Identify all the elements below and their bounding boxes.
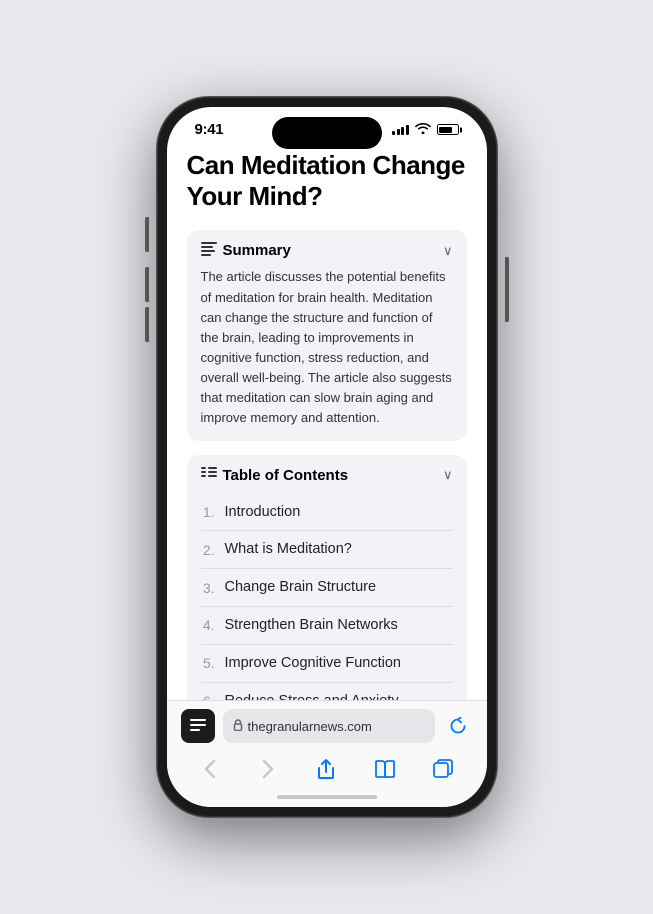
reader-view-button[interactable] bbox=[181, 709, 215, 743]
toc-item-text: Strengthen Brain Networks bbox=[225, 616, 398, 635]
toc-list-item[interactable]: 6. Reduce Stress and Anxiety bbox=[201, 683, 453, 700]
status-icons bbox=[392, 122, 459, 137]
toc-icon bbox=[201, 467, 217, 484]
wifi-icon bbox=[415, 122, 431, 137]
bookmarks-button[interactable] bbox=[365, 753, 405, 785]
toc-item-text: Introduction bbox=[225, 503, 301, 522]
toc-item-number: 4. bbox=[201, 617, 215, 633]
toc-item-number: 1. bbox=[201, 504, 215, 520]
reload-button[interactable] bbox=[443, 709, 473, 743]
toc-title-row: Table of Contents bbox=[201, 467, 349, 484]
battery-icon bbox=[437, 124, 459, 135]
home-indicator bbox=[277, 795, 377, 799]
toc-list-item[interactable]: 5. Improve Cognitive Function bbox=[201, 645, 453, 683]
toc-card: Table of Contents ∨ 1. Introduction 2. What… bbox=[187, 455, 467, 701]
toc-list-item[interactable]: 3. Change Brain Structure bbox=[201, 569, 453, 607]
back-button[interactable] bbox=[190, 753, 230, 785]
toc-list-item[interactable]: 4. Strengthen Brain Networks bbox=[201, 607, 453, 645]
share-button[interactable] bbox=[306, 753, 346, 785]
article-title: Can Meditation Change Your Mind? bbox=[187, 150, 467, 212]
toc-item-number: 3. bbox=[201, 580, 215, 596]
dynamic-island bbox=[272, 117, 382, 149]
tabs-button[interactable] bbox=[423, 753, 463, 785]
toc-header: Table of Contents ∨ bbox=[201, 467, 453, 484]
summary-label: Summary bbox=[223, 242, 291, 259]
summary-card: Summary ∨ The article discusses the pote… bbox=[187, 230, 467, 440]
signal-icon bbox=[392, 125, 409, 135]
summary-body: The article discusses the potential bene… bbox=[201, 267, 453, 428]
reader-icon bbox=[190, 719, 206, 734]
toc-item-text: What is Meditation? bbox=[225, 540, 352, 559]
toc-label: Table of Contents bbox=[223, 467, 349, 484]
forward-button[interactable] bbox=[248, 753, 288, 785]
summary-title-row: Summary bbox=[201, 242, 291, 259]
toc-item-number: 6. bbox=[201, 693, 215, 700]
toc-item-text: Reduce Stress and Anxiety bbox=[225, 692, 399, 700]
lock-icon bbox=[233, 719, 243, 734]
article-content[interactable]: Can Meditation Change Your Mind? bbox=[167, 142, 487, 700]
nav-row bbox=[181, 753, 473, 791]
toc-item-number: 5. bbox=[201, 655, 215, 671]
browser-bottom-bar: thegranularnews.com bbox=[167, 700, 487, 807]
toc-item-number: 2. bbox=[201, 542, 215, 558]
summary-header: Summary ∨ bbox=[201, 242, 453, 259]
toc-list: 1. Introduction 2. What is Meditation? 3. Cha… bbox=[201, 494, 453, 701]
status-bar: 9:41 bbox=[167, 107, 487, 142]
toc-list-item[interactable]: 1. Introduction bbox=[201, 494, 453, 532]
phone-frame: 9:41 bbox=[157, 97, 497, 817]
toc-item-text: Improve Cognitive Function bbox=[225, 654, 402, 673]
toc-chevron-icon[interactable]: ∨ bbox=[443, 467, 453, 483]
url-text: thegranularnews.com bbox=[248, 719, 425, 734]
url-row: thegranularnews.com bbox=[181, 709, 473, 743]
summary-icon bbox=[201, 242, 217, 259]
toc-item-text: Change Brain Structure bbox=[225, 578, 377, 597]
toc-list-item[interactable]: 2. What is Meditation? bbox=[201, 531, 453, 569]
url-bar[interactable]: thegranularnews.com bbox=[223, 709, 435, 743]
status-time: 9:41 bbox=[195, 121, 224, 138]
phone-screen: 9:41 bbox=[167, 107, 487, 807]
summary-chevron-icon[interactable]: ∨ bbox=[443, 243, 453, 259]
